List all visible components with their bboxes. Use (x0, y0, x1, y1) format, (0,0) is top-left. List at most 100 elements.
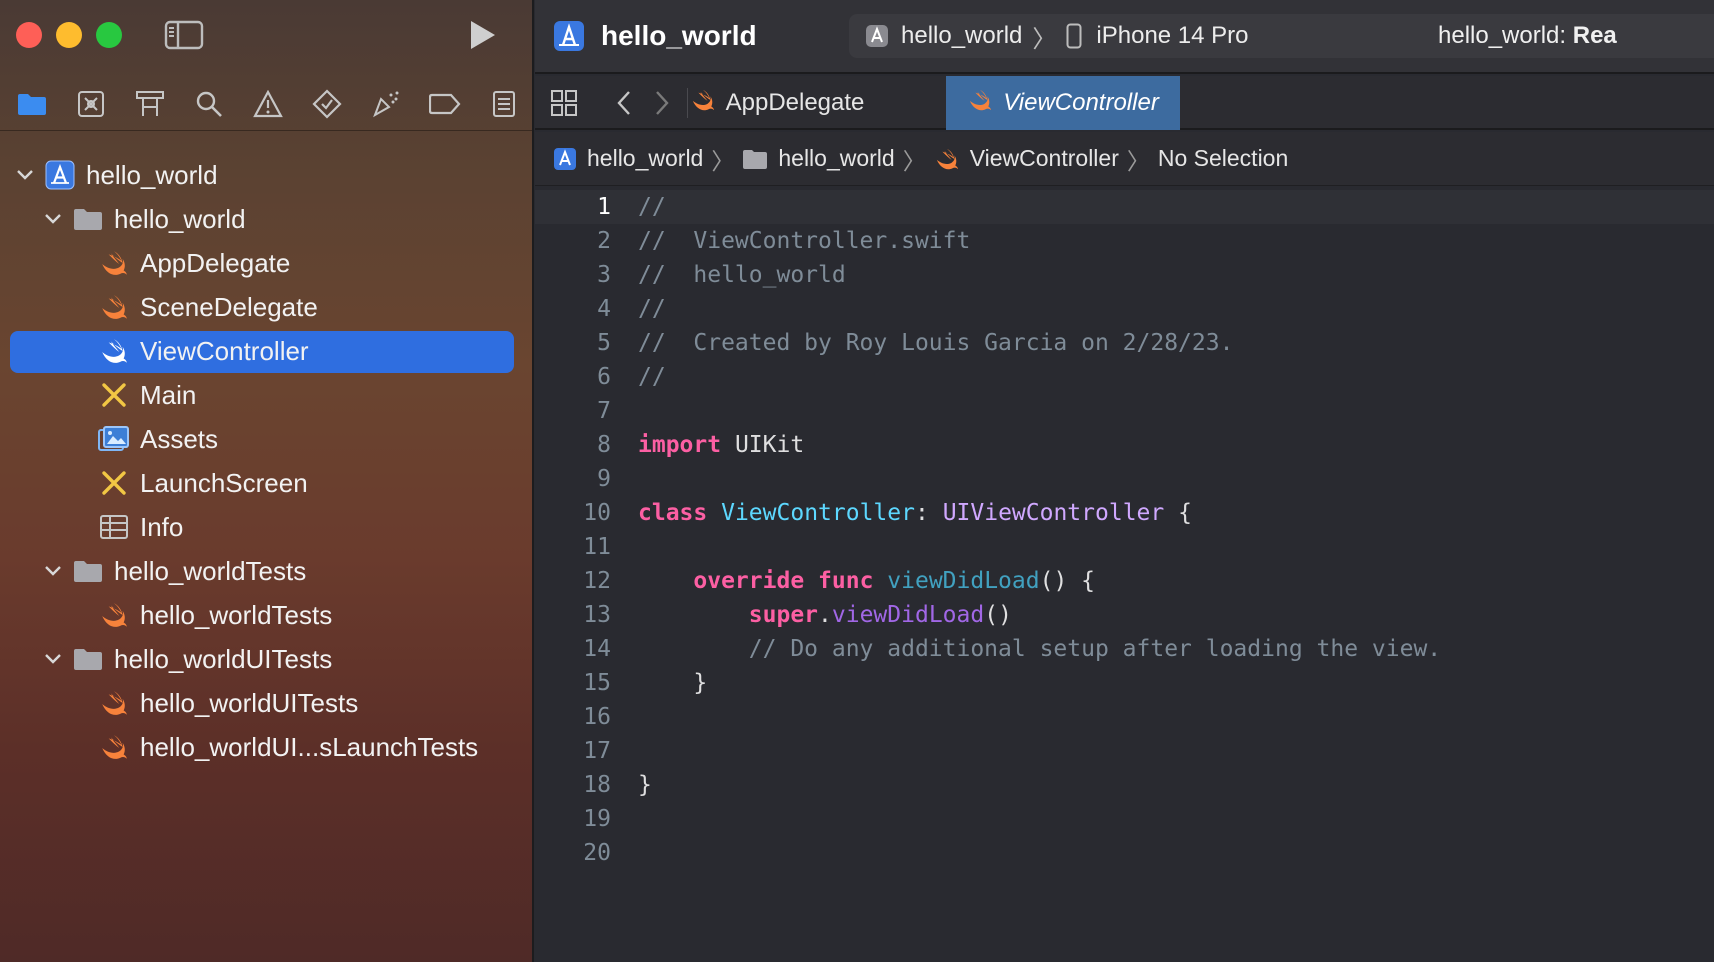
breadcrumb-label: No Selection (1157, 145, 1289, 171)
chevron-right-icon[interactable] (647, 88, 677, 118)
scheme-device[interactable]: iPhone 14 Pro (1096, 22, 1248, 50)
swift-icon (98, 600, 130, 630)
chevron-down-icon[interactable] (42, 208, 64, 230)
chevron-right-icon: 〉 (1032, 25, 1057, 53)
swift-icon (967, 88, 993, 119)
close-button[interactable] (16, 22, 42, 48)
tree-item[interactable]: Main (0, 373, 534, 417)
line-number: 17 (583, 738, 611, 764)
tree-item[interactable]: hello_worldTests (0, 549, 534, 593)
folder-icon (72, 204, 104, 234)
line-number: 4 (597, 296, 611, 322)
swift-icon (98, 336, 130, 366)
code-text: import UIKit (638, 432, 804, 458)
code-line[interactable]: 8 import UIKit (535, 428, 1714, 462)
breadcrumb-label: hello_world (778, 145, 895, 171)
tree-item[interactable]: hello_worldUI...sLaunchTests (0, 725, 534, 769)
code-token: class (638, 500, 708, 526)
line-number: 14 (583, 636, 611, 662)
code-token: viewDidLoad (887, 568, 1040, 594)
folder-icon[interactable] (2, 84, 61, 124)
tree-item[interactable]: LaunchScreen (0, 461, 534, 505)
symbol-icon[interactable] (120, 84, 179, 124)
tree-item-label: hello_worldUITests (114, 643, 333, 674)
source-editor[interactable]: 1 // 2 // ViewController.swift 3 // hello_wor… (535, 190, 1714, 870)
line-number: 5 (597, 330, 611, 356)
status-state: Rea (1572, 22, 1617, 49)
code-line[interactable]: 19 (535, 802, 1714, 836)
breadcrumb-symbol[interactable]: No Selection (1158, 145, 1288, 172)
issue-icon[interactable] (238, 84, 297, 124)
tree-item-label: hello_worldUI...sLaunchTests (140, 731, 479, 762)
code-text: // Created by Roy Louis Garcia on 2/28/2… (638, 330, 1233, 356)
test-icon[interactable] (298, 84, 357, 124)
tree-item-label: LaunchScreen (140, 467, 308, 498)
tree-item[interactable]: hello_worldUITests (0, 681, 534, 725)
chevron-down-icon[interactable] (42, 648, 64, 670)
code-line[interactable]: 20 (535, 836, 1714, 870)
source-control-icon[interactable] (61, 84, 120, 124)
line-number: 6 (597, 364, 611, 390)
code-line[interactable]: 1 // (535, 190, 1714, 224)
chevron-down-icon[interactable] (14, 164, 36, 186)
code-line[interactable]: 16 (535, 700, 1714, 734)
tree-item[interactable]: Assets (0, 417, 534, 461)
tree-item[interactable]: hello_world (0, 153, 534, 197)
breadcrumb-group[interactable]: hello_world (742, 145, 895, 172)
code-line[interactable]: 4 // (535, 292, 1714, 326)
code-line[interactable]: 13 super.viewDidLoad() (535, 598, 1714, 632)
code-line[interactable]: 15 } (535, 666, 1714, 700)
code-line[interactable]: 10 class ViewController: UIViewController… (535, 496, 1714, 530)
line-number: 8 (597, 432, 611, 458)
code-line[interactable]: 9 (535, 462, 1714, 496)
breadcrumb-project[interactable]: hello_world (553, 145, 703, 172)
code-line[interactable]: 6 // (535, 360, 1714, 394)
breadcrumb-label: ViewController (969, 145, 1119, 171)
tree-item-label: ViewController (140, 335, 309, 366)
code-line[interactable]: 5 // Created by Roy Louis Garcia on 2/28/… (535, 326, 1714, 360)
code-line[interactable]: 17 (535, 734, 1714, 768)
project-navigator-sidebar: hello_world hello_world AppDelegate SceneDe… (0, 0, 534, 962)
code-line[interactable]: 7 (535, 394, 1714, 428)
report-icon[interactable] (475, 84, 534, 124)
code-line[interactable]: 18} (535, 768, 1714, 802)
tree-item-label: hello_worldUITests (140, 687, 359, 718)
code-line[interactable]: 12 override func viewDidLoad() { (535, 564, 1714, 598)
debug-icon[interactable] (357, 84, 416, 124)
code-text: // Do any additional setup after loading… (638, 636, 1441, 662)
tree-item[interactable]: SceneDelegate (0, 285, 534, 329)
breakpoint-icon[interactable] (416, 84, 475, 124)
tab[interactable]: AppDelegate (689, 76, 865, 130)
scheme-target[interactable]: hello_world (901, 22, 1022, 50)
code-line[interactable]: 3 // hello_world (535, 258, 1714, 292)
tree-item-label: hello_world (86, 159, 218, 190)
tree-item-label: Assets (140, 423, 219, 454)
zoom-button[interactable] (96, 22, 122, 48)
grid-icon[interactable] (549, 88, 579, 118)
code-line[interactable]: 14 // Do any additional setup after load… (535, 632, 1714, 666)
chevron-down-icon[interactable] (42, 560, 64, 582)
code-line[interactable]: 11 (535, 530, 1714, 564)
play-icon[interactable] (466, 18, 498, 52)
tab-active[interactable]: ViewController (946, 76, 1180, 130)
code-token: func (818, 568, 874, 594)
code-text: class ViewController: UIViewController { (638, 500, 1192, 526)
code-line[interactable]: 2 // ViewController.swift (535, 224, 1714, 258)
code-token: } (638, 772, 652, 798)
breadcrumb-file[interactable]: ViewController (934, 145, 1119, 172)
code-text: } (638, 670, 707, 696)
sidebar-left-icon[interactable] (164, 20, 204, 50)
tree-item[interactable]: hello_worldTests (0, 593, 534, 637)
tree-item-selected[interactable]: ViewController (0, 329, 534, 373)
swift-icon (98, 292, 130, 322)
tree-item[interactable]: hello_worldUITests (0, 637, 534, 681)
tree-item[interactable]: hello_world (0, 197, 534, 241)
minimize-button[interactable] (56, 22, 82, 48)
chevron-left-icon[interactable] (609, 88, 639, 118)
tree-item[interactable]: Info (0, 505, 534, 549)
tree-item[interactable]: AppDelegate (0, 241, 534, 285)
find-icon[interactable] (179, 84, 238, 124)
